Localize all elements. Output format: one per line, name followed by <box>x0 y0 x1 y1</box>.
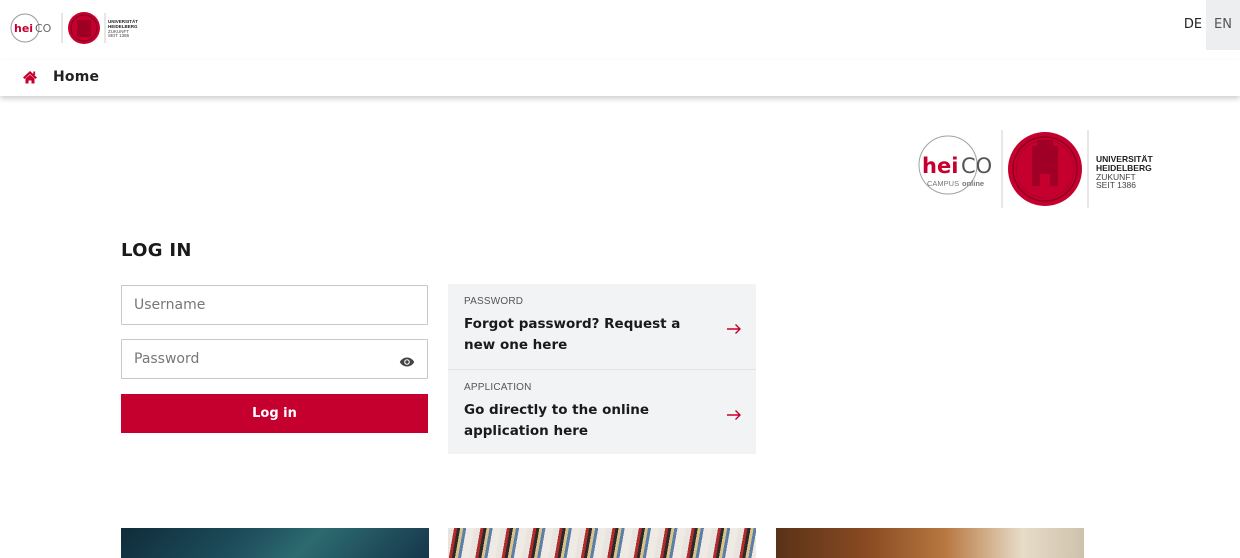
svg-text:SEIT 1386: SEIT 1386 <box>1096 180 1136 190</box>
svg-text:CO: CO <box>961 154 992 178</box>
heico-logo-large: hei CO CAMPUS online UNIVERSITÄT HEIDELB… <box>918 130 1153 208</box>
svg-text:hei: hei <box>14 22 33 35</box>
svg-text:hei: hei <box>922 154 958 178</box>
lang-de[interactable]: DE <box>1180 0 1206 50</box>
svg-text:CO: CO <box>35 22 52 35</box>
teaser-image-2[interactable] <box>448 528 756 558</box>
password-input[interactable] <box>122 340 427 378</box>
card-kicker: PASSWORD <box>464 296 524 307</box>
card-kicker: APPLICATION <box>464 382 532 393</box>
university-logo: hei CO CAMPUS online UNIVERSITÄT HEIDELB… <box>916 128 1156 210</box>
home-icon <box>23 71 37 84</box>
heico-logo-small: hei CO UNIVERSITÄT HEIDELBERG ZUKUNFT SE… <box>10 12 138 44</box>
forgot-password-card[interactable]: PASSWORD Forgot password? Request a new … <box>448 284 756 369</box>
help-cards: PASSWORD Forgot password? Request a new … <box>448 284 756 454</box>
home-label: Home <box>53 69 100 85</box>
username-input[interactable] <box>122 286 427 324</box>
nav-bar: Home <box>0 60 1240 96</box>
password-field[interactable] <box>121 339 428 379</box>
svg-text:online: online <box>962 179 984 188</box>
svg-text:CAMPUS: CAMPUS <box>927 179 959 188</box>
teaser-image-1[interactable] <box>121 528 429 558</box>
arrow-right-icon <box>726 406 742 425</box>
login-button[interactable]: Log in <box>121 394 428 433</box>
top-header: hei CO UNIVERSITÄT HEIDELBERG ZUKUNFT SE… <box>0 0 1240 60</box>
eye-icon[interactable] <box>399 353 415 372</box>
svg-text:SEIT 1386: SEIT 1386 <box>108 33 130 38</box>
lang-en[interactable]: EN <box>1206 0 1240 50</box>
username-field[interactable] <box>121 285 428 325</box>
card-title: Go directly to the online application he… <box>464 402 649 439</box>
arrow-right-icon <box>726 320 742 339</box>
header-logo[interactable]: hei CO UNIVERSITÄT HEIDELBERG ZUKUNFT SE… <box>8 10 158 46</box>
card-title: Forgot password? Request a new one here <box>464 316 681 353</box>
online-application-card[interactable]: APPLICATION Go directly to the online ap… <box>448 369 756 454</box>
home-link[interactable]: Home <box>22 69 99 85</box>
teaser-image-3[interactable] <box>776 528 1084 558</box>
language-switcher: DE EN <box>1180 0 1240 50</box>
login-title: LOG IN <box>121 240 192 261</box>
